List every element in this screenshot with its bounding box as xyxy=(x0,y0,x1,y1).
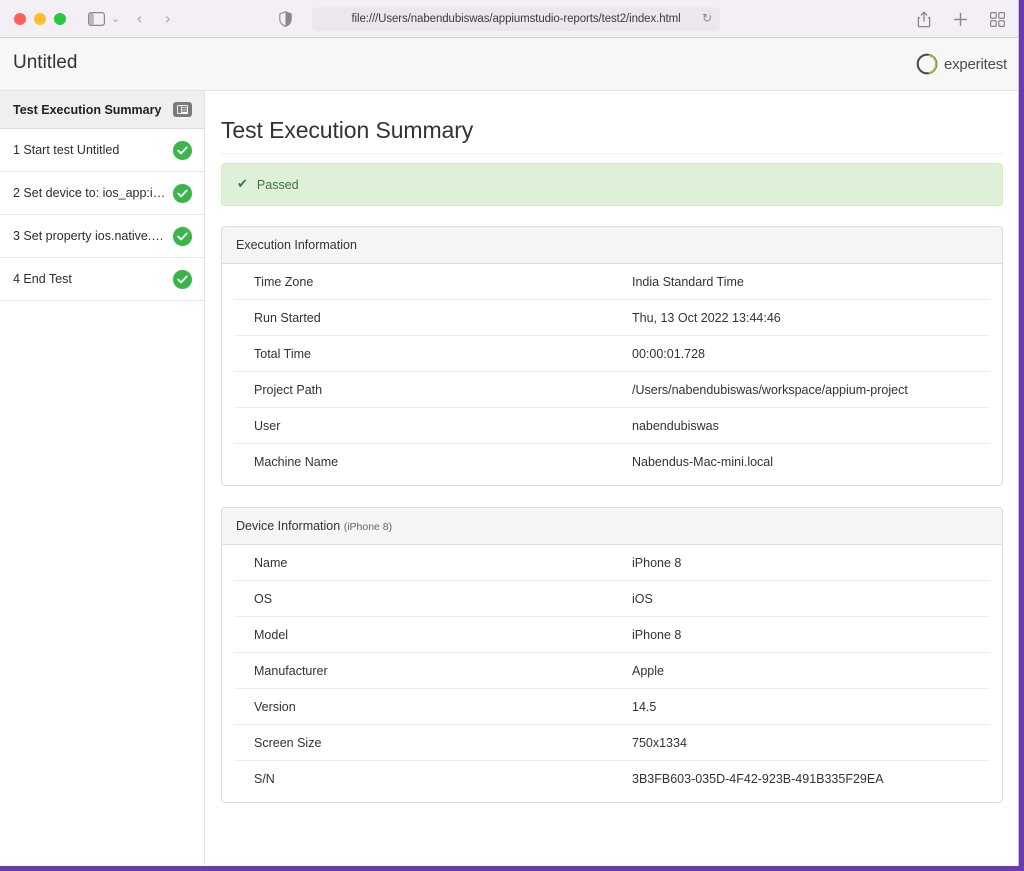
row-value: 3B3FB603-035D-4F42-923B-491B335F29EA xyxy=(631,761,989,797)
browser-window: ⌄ ‹ › file:///Users/nabendubiswas/appium… xyxy=(0,0,1019,866)
sidebar-item-label: 3 Set property ios.native.no... xyxy=(13,229,173,243)
row-key: S/N xyxy=(235,761,631,797)
tab-overview-icon[interactable] xyxy=(990,12,1005,27)
row-value: 14.5 xyxy=(631,689,989,725)
table-row: Total Time 00:00:01.728 xyxy=(235,336,989,372)
row-key: OS xyxy=(235,581,631,617)
sidebar-item-step-2[interactable]: 2 Set device to: ios_app:iPh... xyxy=(0,172,204,215)
privacy-shield-icon[interactable] xyxy=(279,11,292,32)
device-information-heading-text: Device Information xyxy=(236,519,340,533)
toolbar-right-group xyxy=(917,0,1005,38)
sidebar-item-label: 1 Start test Untitled xyxy=(13,143,173,157)
row-value: iPhone 8 xyxy=(631,545,989,581)
table-row: Name iPhone 8 xyxy=(235,545,989,581)
row-key: Version xyxy=(235,689,631,725)
table-row: Run Started Thu, 13 Oct 2022 13:44:46 xyxy=(235,300,989,336)
experitest-logo-text: experitest xyxy=(944,56,1007,73)
row-key: Total Time xyxy=(235,336,631,372)
row-value: iOS xyxy=(631,581,989,617)
back-button[interactable]: ‹ xyxy=(136,9,142,28)
row-key: Manufacturer xyxy=(235,653,631,689)
row-value: Nabendus-Mac-mini.local xyxy=(631,444,989,480)
window-controls xyxy=(14,13,66,25)
row-value: iPhone 8 xyxy=(631,617,989,653)
row-key: Time Zone xyxy=(235,264,631,300)
summary-table-icon[interactable] xyxy=(173,102,192,117)
table-row: Screen Size 750x1334 xyxy=(235,725,989,761)
share-icon[interactable] xyxy=(917,11,931,28)
device-information-heading: Device Information (iPhone 8) xyxy=(222,508,1002,545)
page-title: Untitled xyxy=(13,52,77,74)
row-key: Name xyxy=(235,545,631,581)
row-key: Model xyxy=(235,617,631,653)
sidebar-item-step-4[interactable]: 4 End Test xyxy=(0,258,204,301)
new-tab-icon[interactable] xyxy=(953,12,968,27)
table-row: OS iOS xyxy=(235,581,989,617)
table-row: Model iPhone 8 xyxy=(235,617,989,653)
table-row: Machine Name Nabendus-Mac-mini.local xyxy=(235,444,989,480)
status-badge-passed-icon xyxy=(173,184,192,203)
table-row: Time Zone India Standard Time xyxy=(235,264,989,300)
execution-information-panel: Execution Information Time Zone India St… xyxy=(221,226,1003,486)
forward-button[interactable]: › xyxy=(165,9,171,28)
row-value: /Users/nabendubiswas/workspace/appium-pr… xyxy=(631,372,989,408)
sidebar-header-title: Test Execution Summary xyxy=(13,103,173,117)
table-row: S/N 3B3FB603-035D-4F42-923B-491B335F29EA xyxy=(235,761,989,797)
status-badge-passed-icon xyxy=(173,141,192,160)
content-area: Test Execution Summary 1 Start test Unti… xyxy=(0,91,1019,865)
table-row: Project Path /Users/nabendubiswas/worksp… xyxy=(235,372,989,408)
status-badge-passed-icon xyxy=(173,270,192,289)
report-header: Untitled experitest xyxy=(0,38,1019,91)
sidebar: Test Execution Summary 1 Start test Unti… xyxy=(0,91,205,865)
chevron-down-icon[interactable]: ⌄ xyxy=(111,12,120,25)
browser-toolbar: ⌄ ‹ › file:///Users/nabendubiswas/appium… xyxy=(0,0,1019,38)
row-key: User xyxy=(235,408,631,444)
close-window-button[interactable] xyxy=(14,13,26,25)
execution-information-heading: Execution Information xyxy=(222,227,1002,264)
sidebar-item-step-3[interactable]: 3 Set property ios.native.no... xyxy=(0,215,204,258)
minimize-window-button[interactable] xyxy=(34,13,46,25)
sidebar-item-step-1[interactable]: 1 Start test Untitled xyxy=(0,129,204,172)
row-value: 750x1334 xyxy=(631,725,989,761)
table-row: User nabendubiswas xyxy=(235,408,989,444)
status-banner: ✔ Passed xyxy=(221,163,1003,206)
maximize-window-button[interactable] xyxy=(54,13,66,25)
status-badge-passed-icon xyxy=(173,227,192,246)
experitest-logo: experitest xyxy=(914,50,1007,78)
page-heading: Test Execution Summary xyxy=(221,117,1003,154)
status-banner-label: Passed xyxy=(257,178,299,192)
row-key: Screen Size xyxy=(235,725,631,761)
window-right-edge xyxy=(1018,0,1019,866)
row-value: Apple xyxy=(631,653,989,689)
reload-icon[interactable]: ↻ xyxy=(702,11,712,25)
sidebar-header[interactable]: Test Execution Summary xyxy=(0,91,204,129)
sidebar-item-label: 4 End Test xyxy=(13,272,173,286)
sidebar-item-label: 2 Set device to: ios_app:iPh... xyxy=(13,186,173,200)
row-value: nabendubiswas xyxy=(631,408,989,444)
row-value: 00:00:01.728 xyxy=(631,336,989,372)
row-value: India Standard Time xyxy=(631,264,989,300)
row-value: Thu, 13 Oct 2022 13:44:46 xyxy=(631,300,989,336)
main-panel: Test Execution Summary ✔ Passed Executio… xyxy=(205,91,1019,865)
row-key: Run Started xyxy=(235,300,631,336)
device-information-table: Name iPhone 8 OS iOS Model iPhone 8 xyxy=(235,545,989,796)
address-bar[interactable]: file:///Users/nabendubiswas/appiumstudio… xyxy=(312,7,720,31)
sidebar-toggle-icon[interactable] xyxy=(88,12,105,26)
device-information-heading-sub: (iPhone 8) xyxy=(344,521,392,533)
row-key: Machine Name xyxy=(235,444,631,480)
table-row: Manufacturer Apple xyxy=(235,653,989,689)
row-key: Project Path xyxy=(235,372,631,408)
experitest-logo-mark xyxy=(914,50,942,78)
device-information-panel: Device Information (iPhone 8) Name iPhon… xyxy=(221,507,1003,803)
execution-information-table: Time Zone India Standard Time Run Starte… xyxy=(235,264,989,479)
check-icon: ✔ xyxy=(237,177,248,192)
address-bar-url: file:///Users/nabendubiswas/appiumstudio… xyxy=(351,13,680,25)
table-row: Version 14.5 xyxy=(235,689,989,725)
